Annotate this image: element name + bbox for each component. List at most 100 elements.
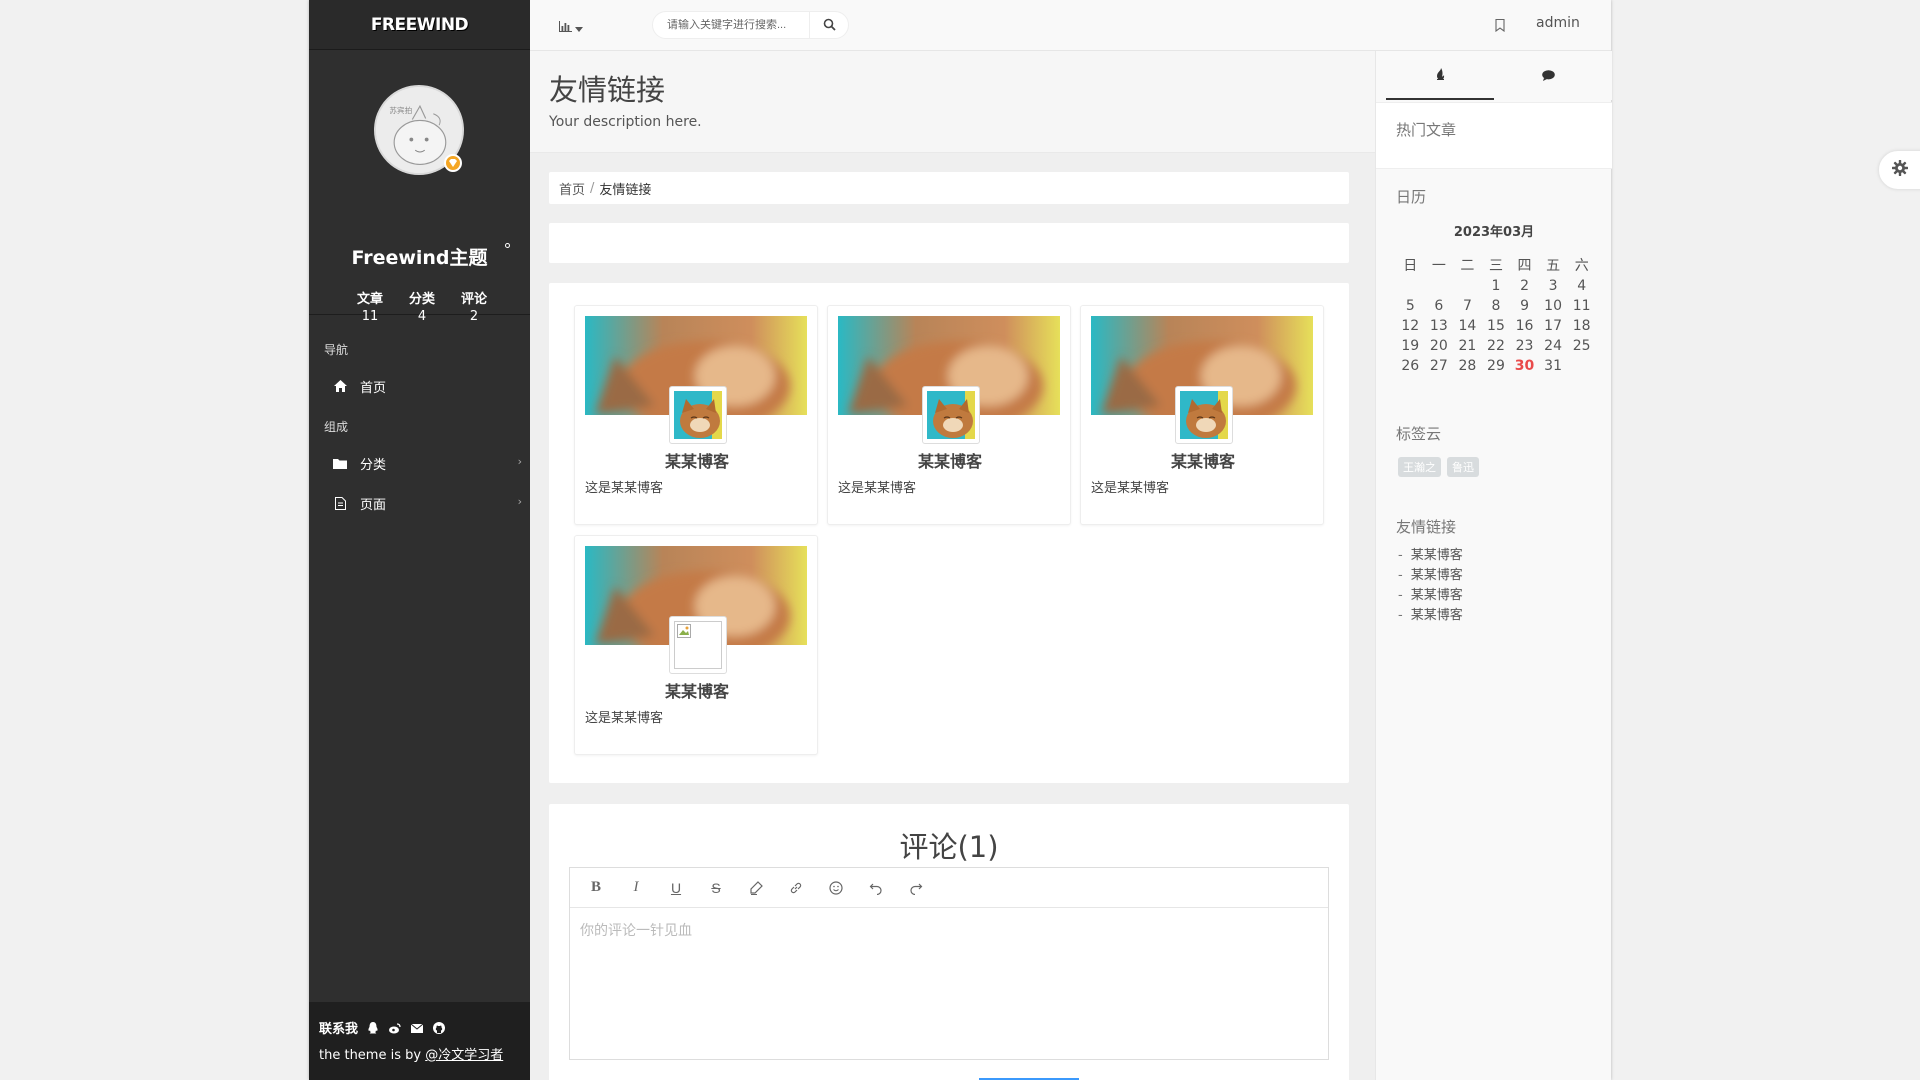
sidebar-item-home[interactable]: 首页 [309, 369, 530, 403]
bold-icon[interactable]: B [586, 878, 606, 898]
calendar-day[interactable]: 17 [1539, 316, 1568, 336]
qq-icon[interactable] [366, 1021, 380, 1035]
stat-comments[interactable]: 评论 2 [448, 291, 500, 325]
settings-dot-icon[interactable] [505, 243, 510, 248]
calendar-day[interactable]: 9 [1510, 296, 1539, 316]
search-button[interactable] [809, 12, 848, 38]
sidebar-footer: 联系我 the theme is by @冷文学习者 [309, 1002, 530, 1080]
editor-toolbar: B I U S [570, 868, 1328, 908]
calendar-day[interactable]: 25 [1567, 336, 1596, 356]
settings-button[interactable] [1878, 150, 1920, 190]
stat-label: 分类 [408, 292, 435, 307]
nav-section-label: 导航 [324, 343, 349, 357]
link-icon[interactable] [786, 878, 806, 898]
friend-link[interactable]: 某某博客 [1411, 548, 1463, 563]
calendar-day[interactable]: 13 [1425, 316, 1454, 336]
calendar-day[interactable]: 31 [1539, 356, 1568, 376]
avatar-caption: 苏宾拍 [389, 105, 412, 115]
calendar-day[interactable]: 22 [1482, 336, 1511, 356]
right-sidebar: 热门文章 日历 2023年03月 日一二三四五六 1 2 3 4 5 6 7 8 9 10 11 12 1… [1375, 51, 1612, 1080]
friend-link[interactable]: 某某博客 [1411, 588, 1463, 603]
stats-dropdown-button[interactable] [559, 17, 583, 36]
calendar-day[interactable]: 28 [1453, 356, 1482, 376]
calendar-day[interactable]: 16 [1510, 316, 1539, 336]
calendar-day[interactable]: 6 [1425, 296, 1454, 316]
top-header: admin [530, 0, 1611, 51]
bar-chart-icon [559, 17, 572, 36]
stat-posts[interactable]: 文章 11 [344, 291, 396, 325]
calendar-month: 2023年03月 [1453, 225, 1535, 240]
sidebar-item-pages[interactable]: 页面 › [309, 486, 530, 520]
calendar-day[interactable]: 19 [1396, 336, 1425, 356]
calendar-day[interactable]: 5 [1396, 296, 1425, 316]
stat-categories[interactable]: 分类 4 [396, 291, 448, 325]
tab-hot[interactable] [1386, 51, 1494, 100]
friend-card[interactable]: 某某博客 这是某某博客 [1080, 305, 1324, 525]
calendar-day[interactable]: 11 [1567, 296, 1596, 316]
highlight-icon[interactable] [746, 878, 766, 898]
calendar-day[interactable]: 21 [1453, 336, 1482, 356]
calendar-day[interactable]: 10 [1539, 296, 1568, 316]
app-frame: FREEWIND 苏宾拍 Freewind主题 文章 11 分类 4 评论 2 … [309, 0, 1612, 1080]
site-name: Freewind主题 [351, 247, 488, 269]
calendar-day [1396, 276, 1425, 296]
profile-panel: 苏宾拍 Freewind主题 文章 11 分类 4 评论 2 [309, 50, 530, 324]
breadcrumb: 首页 / 友情链接 [549, 172, 1349, 204]
calendar-day[interactable]: 7 [1453, 296, 1482, 316]
github-icon[interactable] [432, 1021, 446, 1035]
stat-value: 4 [417, 309, 427, 324]
friend-link[interactable]: 某某博客 [1411, 568, 1463, 583]
site-logo[interactable]: FREEWIND [309, 0, 530, 50]
calendar-day[interactable]: 20 [1425, 336, 1454, 356]
strikethrough-icon[interactable]: S [706, 878, 726, 898]
friend-link[interactable]: 某某博客 [1411, 608, 1463, 623]
redo-icon[interactable] [906, 878, 926, 898]
underline-icon[interactable]: U [666, 878, 686, 898]
friend-avatar [669, 386, 727, 444]
friend-links-list: - 某某博客 - 某某博客 - 某某博客 - 某某博客 [1398, 546, 1463, 626]
calendar-day[interactable]: 15 [1482, 316, 1511, 336]
comment-textarea[interactable] [570, 908, 1328, 1058]
stat-label: 文章 [356, 292, 383, 307]
calendar-day[interactable]: 29 [1482, 356, 1511, 376]
page-header: 友情链接 Your description here. [530, 51, 1375, 153]
friend-card[interactable]: 某某博客 这是某某博客 [574, 535, 818, 755]
tag-item[interactable]: 王瀚之 [1398, 457, 1441, 477]
calendar-day[interactable]: 3 [1539, 276, 1568, 296]
calendar-weekday: 二 [1460, 258, 1475, 274]
search-input[interactable] [653, 19, 809, 31]
friend-name: 某某博客 [664, 452, 729, 471]
calendar-day[interactable]: 27 [1425, 356, 1454, 376]
sidebar-item-category[interactable]: 分类 › [309, 446, 530, 480]
sidebar-item-label: 分类 [360, 457, 387, 473]
friend-card[interactable]: 某某博客 这是某某博客 [827, 305, 1071, 525]
search-icon [823, 16, 836, 35]
emoji-icon[interactable] [826, 878, 846, 898]
calendar-day[interactable]: 8 [1482, 296, 1511, 316]
calendar-day-today[interactable]: 30 [1510, 356, 1539, 376]
calendar-day[interactable]: 18 [1567, 316, 1596, 336]
list-item: - 某某博客 [1398, 606, 1463, 626]
contact-row: 联系我 [319, 1018, 520, 1037]
tag-item[interactable]: 鲁迅 [1447, 457, 1479, 477]
bookmark-icon[interactable] [1495, 17, 1505, 36]
calendar-day[interactable]: 1 [1482, 276, 1511, 296]
calendar-day[interactable]: 4 [1567, 276, 1596, 296]
undo-icon[interactable] [866, 878, 886, 898]
friend-card[interactable]: 某某博客 这是某某博客 [574, 305, 818, 525]
hot-posts-panel: 热门文章 [1376, 102, 1612, 169]
calendar-day[interactable]: 14 [1453, 316, 1482, 336]
calendar-week: 19 20 21 22 23 24 25 [1396, 336, 1596, 356]
tab-comments[interactable] [1494, 51, 1602, 100]
calendar-day[interactable]: 12 [1396, 316, 1425, 336]
mail-icon[interactable] [410, 1021, 424, 1035]
italic-icon[interactable]: I [626, 878, 646, 898]
breadcrumb-home-link[interactable]: 首页 [559, 179, 585, 198]
weibo-icon[interactable] [388, 1021, 402, 1035]
user-menu[interactable]: admin [1536, 15, 1580, 31]
calendar-day[interactable]: 2 [1510, 276, 1539, 296]
author-link[interactable]: @冷文学习者 [425, 1048, 503, 1063]
calendar-day[interactable]: 26 [1396, 356, 1425, 376]
calendar-day[interactable]: 24 [1539, 336, 1568, 356]
calendar-day[interactable]: 23 [1510, 336, 1539, 356]
